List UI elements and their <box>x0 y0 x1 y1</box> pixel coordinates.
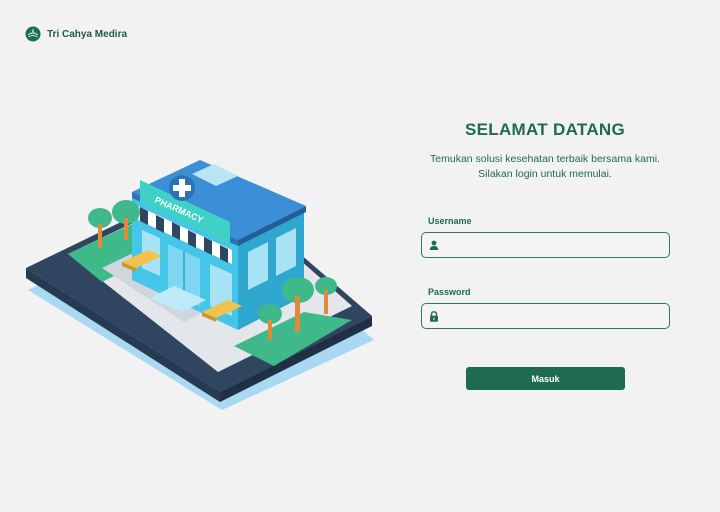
username-label: Username <box>428 216 472 226</box>
welcome-section: SELAMAT DATANG Temukan solusi kesehatan … <box>400 120 690 182</box>
username-field[interactable] <box>421 232 670 258</box>
password-label: Password <box>428 287 471 297</box>
password-field[interactable] <box>421 303 670 329</box>
login-button[interactable]: Masuk <box>466 367 625 390</box>
user-icon <box>422 240 446 250</box>
password-input[interactable] <box>446 304 669 328</box>
username-input[interactable] <box>446 233 669 257</box>
welcome-subtitle: Temukan solusi kesehatan terbaik bersama… <box>400 152 690 182</box>
globe-leaf-icon <box>25 26 41 42</box>
subtitle-line-2: Silakan login untuk memulai. <box>478 168 612 180</box>
page-title: SELAMAT DATANG <box>464 120 625 139</box>
lock-icon <box>422 310 446 322</box>
subtitle-line-1: Temukan solusi kesehatan terbaik bersama… <box>430 153 660 165</box>
brand-name: Tri Cahya Medira <box>47 28 128 40</box>
pharmacy-illustration: PHARMACY <box>26 160 374 410</box>
brand: Tri Cahya Medira <box>25 26 127 42</box>
